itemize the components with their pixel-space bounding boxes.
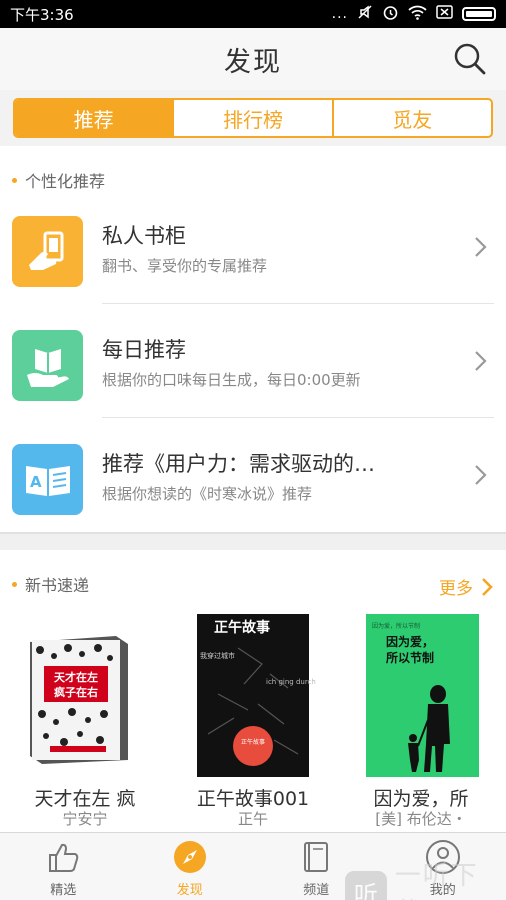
book-cover: 因为爱，所以节制 因为爱， 所以节制 (346, 614, 496, 779)
book-cover: 正午故事 我穿过城市 ich ging durch 正午故事 (178, 614, 328, 779)
chevron-right-icon (475, 237, 487, 257)
tab-ranking[interactable]: 排行榜 (174, 100, 334, 136)
divider (102, 417, 494, 418)
more-label: 更多 (439, 579, 473, 599)
section-title: 个性化推荐 (12, 168, 105, 192)
compass-icon (173, 841, 206, 873)
book-author: [美] 布伦达・ (375, 810, 467, 828)
page-title: 发现 (224, 46, 282, 78)
svg-text:A: A (30, 473, 42, 491)
section-title-text: 个性化推荐 (25, 172, 106, 191)
new-books-section: 新书速递 更多 天才在左 疯子在右 天才在左 疯 宁安宁 正午故事 我穿过城市 … (0, 550, 506, 832)
svg-text:正午故事: 正午故事 (214, 619, 270, 636)
more-link[interactable]: 更多 (439, 574, 494, 599)
open-book-icon: A (12, 444, 83, 515)
book-title: 正午故事001 (196, 788, 310, 810)
divider (102, 303, 494, 304)
book-title: 因为爱，所 (373, 788, 469, 810)
rec-item-bookshelf[interactable]: 私人书柜 翻书、享受你的专属推荐 (0, 192, 506, 304)
section-gap (0, 532, 506, 550)
bullet-dot (12, 177, 17, 183)
books-icon (304, 842, 329, 872)
tab-recommend[interactable]: 推荐 (15, 100, 175, 136)
book-cover: 天才在左 疯子在右 (10, 614, 160, 779)
sim-icon (436, 5, 453, 23)
rec-title: 每日推荐 (102, 338, 186, 362)
watermark-text: 一听下载 (394, 861, 479, 900)
nav-featured[interactable]: 精选 (0, 833, 127, 900)
status-bar: 下午3:36 ... (0, 0, 506, 28)
tab-find-friends[interactable]: 觅友 (334, 100, 491, 136)
svg-text:因为爱，所以节制: 因为爱，所以节制 (372, 622, 420, 630)
rec-subtitle: 翻书、享受你的专属推荐 (102, 257, 268, 275)
rec-item-daily[interactable]: 每日推荐 根据你的口味每日生成，每日0:00更新 (0, 306, 506, 418)
svg-text:所以节制: 所以节制 (386, 650, 434, 665)
svg-text:正午故事: 正午故事 (241, 738, 265, 746)
section-title: 新书速递 (12, 572, 89, 596)
watermark: 听 一听下载 (345, 855, 506, 900)
status-time: 下午3:36 (10, 5, 74, 24)
book-title: 天才在左 疯 (34, 788, 136, 810)
mute-icon (357, 4, 373, 24)
nav-label: 频道 (303, 883, 330, 898)
chevron-right-icon (482, 577, 493, 596)
nav-label: 精选 (50, 883, 77, 898)
nav-label: 发现 (176, 883, 203, 898)
alarm-icon (382, 4, 399, 25)
rec-subtitle: 根据你想读的《时寒冰说》推荐 (102, 485, 313, 503)
svg-text:ich ging durch: ich ging durch (266, 678, 316, 686)
svg-text:天才在左: 天才在左 (54, 670, 98, 684)
bullet-dot (12, 581, 17, 587)
status-icons: ... (332, 4, 496, 25)
more-dots: ... (331, 6, 348, 22)
section-title-text: 新书速递 (25, 576, 90, 595)
book-author: 正午 (237, 810, 268, 828)
book-author: 宁安宁 (62, 810, 108, 828)
segmented-tabs: 推荐 排行榜 觅友 (13, 98, 493, 138)
rec-title: 私人书柜 (102, 224, 186, 248)
personal-recommend-section: 个性化推荐 私人书柜 翻书、享受你的专属推荐 每日推荐 根据你的口味每日生成，每… (0, 146, 506, 532)
search-button[interactable] (452, 41, 488, 77)
rec-subtitle: 根据你的口味每日生成，每日0:00更新 (102, 371, 361, 389)
battery-icon (462, 7, 496, 21)
nav-discover[interactable]: 发现 (127, 833, 254, 900)
watermark-badge: 听 (345, 871, 387, 900)
chevron-right-icon (475, 465, 487, 485)
wifi-icon (408, 5, 427, 24)
hand-phone-icon (12, 216, 83, 287)
svg-text:我穿过城市: 我穿过城市 (200, 651, 235, 660)
chevron-right-icon (475, 351, 487, 371)
svg-text:因为爱，: 因为爱， (386, 634, 434, 649)
rec-title: 推荐《用户力：需求驱动的… (102, 452, 375, 476)
header: 发现 (0, 28, 506, 90)
tabs-bar: 推荐 排行榜 觅友 (0, 90, 506, 146)
search-icon (454, 43, 486, 75)
rec-item-similar-book[interactable]: A 推荐《用户力：需求驱动的… 根据你想读的《时寒冰说》推荐 (0, 420, 506, 532)
svg-text:疯子在右: 疯子在右 (54, 685, 98, 699)
hand-book-icon (12, 330, 83, 401)
thumb-up-icon (49, 843, 79, 872)
